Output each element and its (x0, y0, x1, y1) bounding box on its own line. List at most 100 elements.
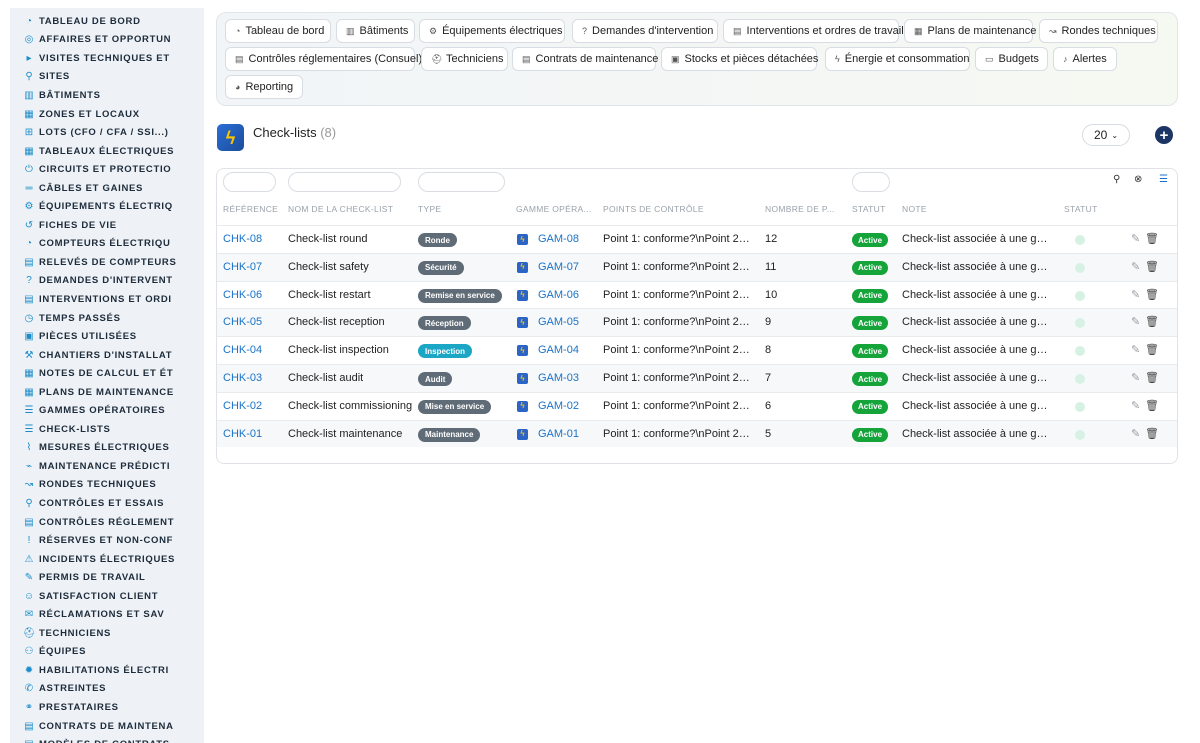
table-row[interactable]: CHK-04 Check-list inspection Inspection ϟ GA… (217, 336, 1177, 364)
trash-icon[interactable]: 🗑 (1145, 343, 1159, 356)
per-page-select[interactable]: 20 ⌄ (1082, 124, 1130, 146)
nav-item[interactable]: ↝ Rondes techniques (1039, 19, 1158, 43)
edit-icon[interactable]: ✎ (1131, 288, 1140, 301)
table-row[interactable]: CHK-03 Check-list audit Audit ϟ GAM-03 Point … (217, 364, 1177, 392)
column-header[interactable]: RÉFÉRENCE (223, 204, 278, 214)
trash-icon[interactable]: 🗑 (1145, 371, 1159, 384)
nav-item[interactable]: ϟ Énergie et consommation (825, 47, 970, 71)
gamme-link[interactable]: GAM-02 (538, 400, 579, 412)
sidebar-item[interactable]: ▦ PLANS DE MAINTENANCE (10, 383, 204, 402)
reference-link[interactable]: CHK-07 (223, 261, 262, 273)
filter-name-input[interactable] (288, 172, 401, 192)
trash-icon[interactable]: 🗑 (1145, 288, 1159, 301)
trash-icon[interactable]: 🗑 (1145, 427, 1159, 440)
sidebar-item[interactable]: ↝ RONDES TECHNIQUES (10, 476, 204, 495)
sidebar-item[interactable]: ☰ CHECK-LISTS (10, 420, 204, 439)
sidebar-item[interactable]: ? DEMANDES D'INTERVENT (10, 272, 204, 291)
trash-icon[interactable]: 🗑 (1145, 260, 1159, 273)
trash-icon[interactable]: 🗑 (1145, 399, 1159, 412)
sidebar-item[interactable]: ⚒ CHANTIERS D'INSTALLAT (10, 346, 204, 365)
nav-item[interactable]: ◕ Reporting (225, 75, 303, 99)
sidebar-item[interactable]: ◎ AFFAIRES ET OPPORTUN (10, 31, 204, 50)
sidebar-item[interactable]: ✆ ASTREINTES (10, 680, 204, 699)
sidebar-item[interactable]: ☺ SATISFACTION CLIENT (10, 587, 204, 606)
trash-icon[interactable]: 🗑 (1145, 232, 1159, 245)
reference-link[interactable]: CHK-05 (223, 316, 262, 328)
clear-filter-icon[interactable]: ⊗ (1134, 174, 1142, 185)
table-row[interactable]: CHK-08 Check-list round Ronde ϟ GAM-08 Point … (217, 225, 1177, 253)
edit-icon[interactable]: ✎ (1131, 399, 1140, 412)
sidebar-item[interactable]: ▣ PIÈCES UTILISÉES (10, 327, 204, 346)
trash-icon[interactable]: 🗑 (1145, 315, 1159, 328)
sidebar-item[interactable]: ⛑ TECHNICIENS (10, 624, 204, 643)
sidebar-item[interactable]: ✹ HABILITATIONS ÉLECTRI (10, 661, 204, 680)
column-header[interactable]: NOTE (902, 204, 927, 214)
filter-reference-input[interactable] (223, 172, 276, 192)
column-header[interactable]: NOM DE LA CHECK-LIST (288, 204, 393, 214)
nav-item[interactable]: ▣ Stocks et pièces détachées (661, 47, 818, 71)
sidebar-item[interactable]: ▤ CONTRATS DE MAINTENA (10, 717, 204, 736)
edit-icon[interactable]: ✎ (1131, 371, 1140, 384)
filter-type-input[interactable] (418, 172, 505, 192)
column-header[interactable]: TYPE (418, 204, 441, 214)
sidebar-item[interactable]: ▦ ZONES ET LOCAUX (10, 105, 204, 124)
sidebar-item[interactable]: ⊞ LOTS (CFO / CFA / SSI...) (10, 123, 204, 142)
column-header[interactable]: GAMME OPÉRA... (516, 204, 592, 214)
nav-item[interactable]: ▭ Budgets (975, 47, 1048, 71)
nav-item[interactable]: ▤ Contrats de maintenance (512, 47, 658, 71)
sidebar-item[interactable]: ⚙ ÉQUIPEMENTS ÉLECTRIQ (10, 197, 204, 216)
sidebar-item[interactable]: ◷ TEMPS PASSÉS (10, 309, 204, 328)
sidebar-item[interactable]: ⌇ MESURES ÉLECTRIQUES (10, 439, 204, 458)
gamme-link[interactable]: GAM-06 (538, 289, 579, 301)
reference-link[interactable]: CHK-02 (223, 400, 262, 412)
sidebar-item[interactable]: ▤ RELEVÉS DE COMPTEURS (10, 253, 204, 272)
reference-link[interactable]: CHK-03 (223, 372, 262, 384)
sidebar-item[interactable]: ◔ TABLEAU DE BORD (10, 12, 204, 31)
nav-item[interactable]: ▦ Plans de maintenance (904, 19, 1036, 43)
reference-link[interactable]: CHK-08 (223, 233, 262, 245)
nav-item[interactable]: ◔ Tableau de bord (225, 19, 331, 43)
sidebar-item[interactable]: ⚠ INCIDENTS ÉLECTRIQUES (10, 550, 204, 569)
sidebar-item[interactable]: ⚲ CONTRÔLES ET ESSAIS (10, 494, 204, 513)
edit-icon[interactable]: ✎ (1131, 315, 1140, 328)
nav-item[interactable]: ▤ Interventions et ordres de travail (723, 19, 904, 43)
sidebar-item[interactable]: ═ CÂBLES ET GAINES (10, 179, 204, 198)
table-row[interactable]: CHK-07 Check-list safety Sécurité ϟ GAM-07 Po… (217, 252, 1177, 281)
nav-item[interactable]: ▤ Contrôles réglementaires (Consuel) (225, 47, 422, 71)
sidebar-item[interactable]: ⚇ ÉQUIPES (10, 643, 204, 662)
column-header[interactable]: STATUT (1064, 204, 1098, 214)
sidebar-item[interactable]: ▤ CONTRÔLES RÉGLEMENT (10, 513, 204, 532)
edit-icon[interactable]: ✎ (1131, 343, 1140, 356)
add-button[interactable]: + (1155, 126, 1173, 144)
reference-link[interactable]: CHK-04 (223, 344, 262, 356)
column-header[interactable]: POINTS DE CONTRÔLE (603, 204, 704, 214)
column-header[interactable]: STATUT (852, 204, 886, 214)
nav-item[interactable]: ⛑ Techniciens (421, 47, 508, 71)
reference-link[interactable]: CHK-01 (223, 428, 262, 440)
column-list-icon[interactable]: ☰ (1159, 174, 1168, 185)
gamme-link[interactable]: GAM-01 (538, 428, 579, 440)
sidebar-item[interactable]: ⚲ SITES (10, 68, 204, 87)
sidebar-item[interactable]: ◔ COMPTEURS ÉLECTRIQU (10, 235, 204, 254)
nav-item[interactable]: ⚙ Équipements électriques (419, 19, 565, 43)
sidebar-item[interactable]: ✉ RÉCLAMATIONS ET SAV (10, 606, 204, 625)
gamme-link[interactable]: GAM-05 (538, 316, 579, 328)
filter-status-input[interactable] (852, 172, 890, 192)
nav-item[interactable]: ▥ Bâtiments (336, 19, 415, 43)
gamme-link[interactable]: GAM-08 (538, 233, 579, 245)
column-header[interactable]: NOMBRE DE P... (765, 204, 835, 214)
edit-icon[interactable]: ✎ (1131, 427, 1140, 440)
edit-icon[interactable]: ✎ (1131, 260, 1140, 273)
gamme-link[interactable]: GAM-07 (538, 261, 579, 273)
sidebar-item[interactable]: ▦ TABLEAUX ÉLECTRIQUES (10, 142, 204, 161)
sidebar-item[interactable]: ⏻ CIRCUITS ET PROTECTIO (10, 160, 204, 179)
sidebar-item[interactable]: ▸ VISITES TECHNIQUES ET (10, 49, 204, 68)
nav-item[interactable]: ? Demandes d'intervention (572, 19, 718, 43)
sidebar-item[interactable]: ▦ NOTES DE CALCUL ET ÉT (10, 364, 204, 383)
sidebar-item[interactable]: ▥ BÂTIMENTS (10, 86, 204, 105)
reference-link[interactable]: CHK-06 (223, 289, 262, 301)
sidebar-item[interactable]: ⌁ MAINTENANCE PRÉDICTI (10, 457, 204, 476)
sidebar-item[interactable]: ⚭ PRESTATAIRES (10, 698, 204, 717)
nav-item[interactable]: ♪ Alertes (1053, 47, 1117, 71)
table-row[interactable]: CHK-05 Check-list reception Réception ϟ GAM-… (217, 308, 1177, 337)
